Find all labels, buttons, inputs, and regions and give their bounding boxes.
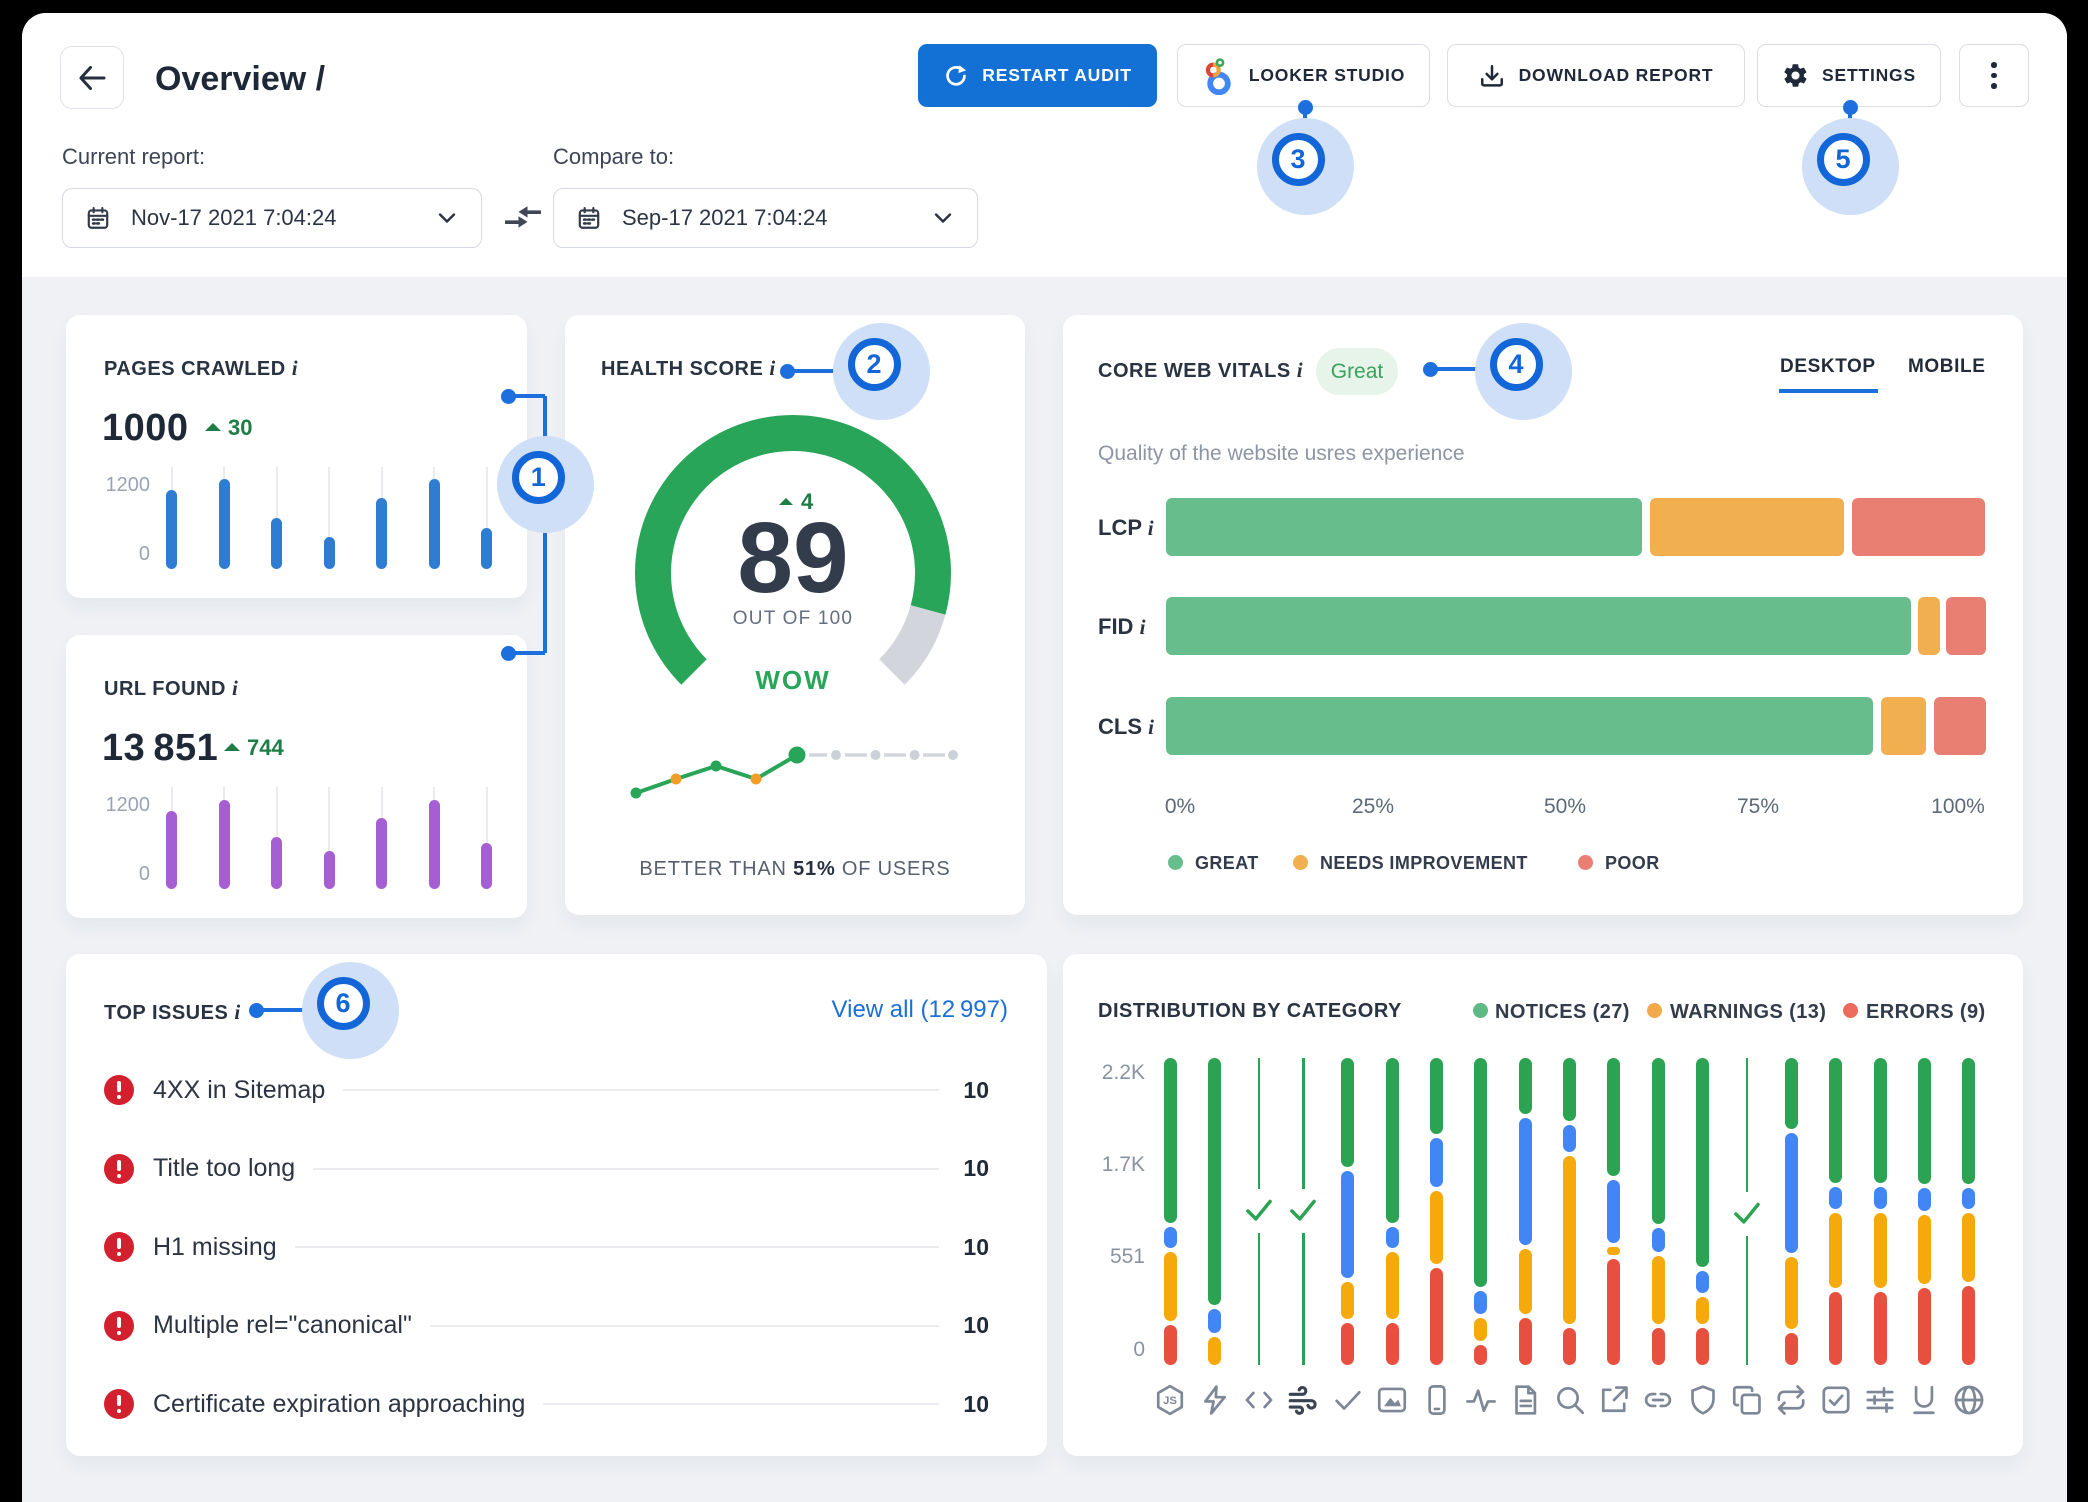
svg-text:JS: JS bbox=[1163, 1395, 1177, 1407]
